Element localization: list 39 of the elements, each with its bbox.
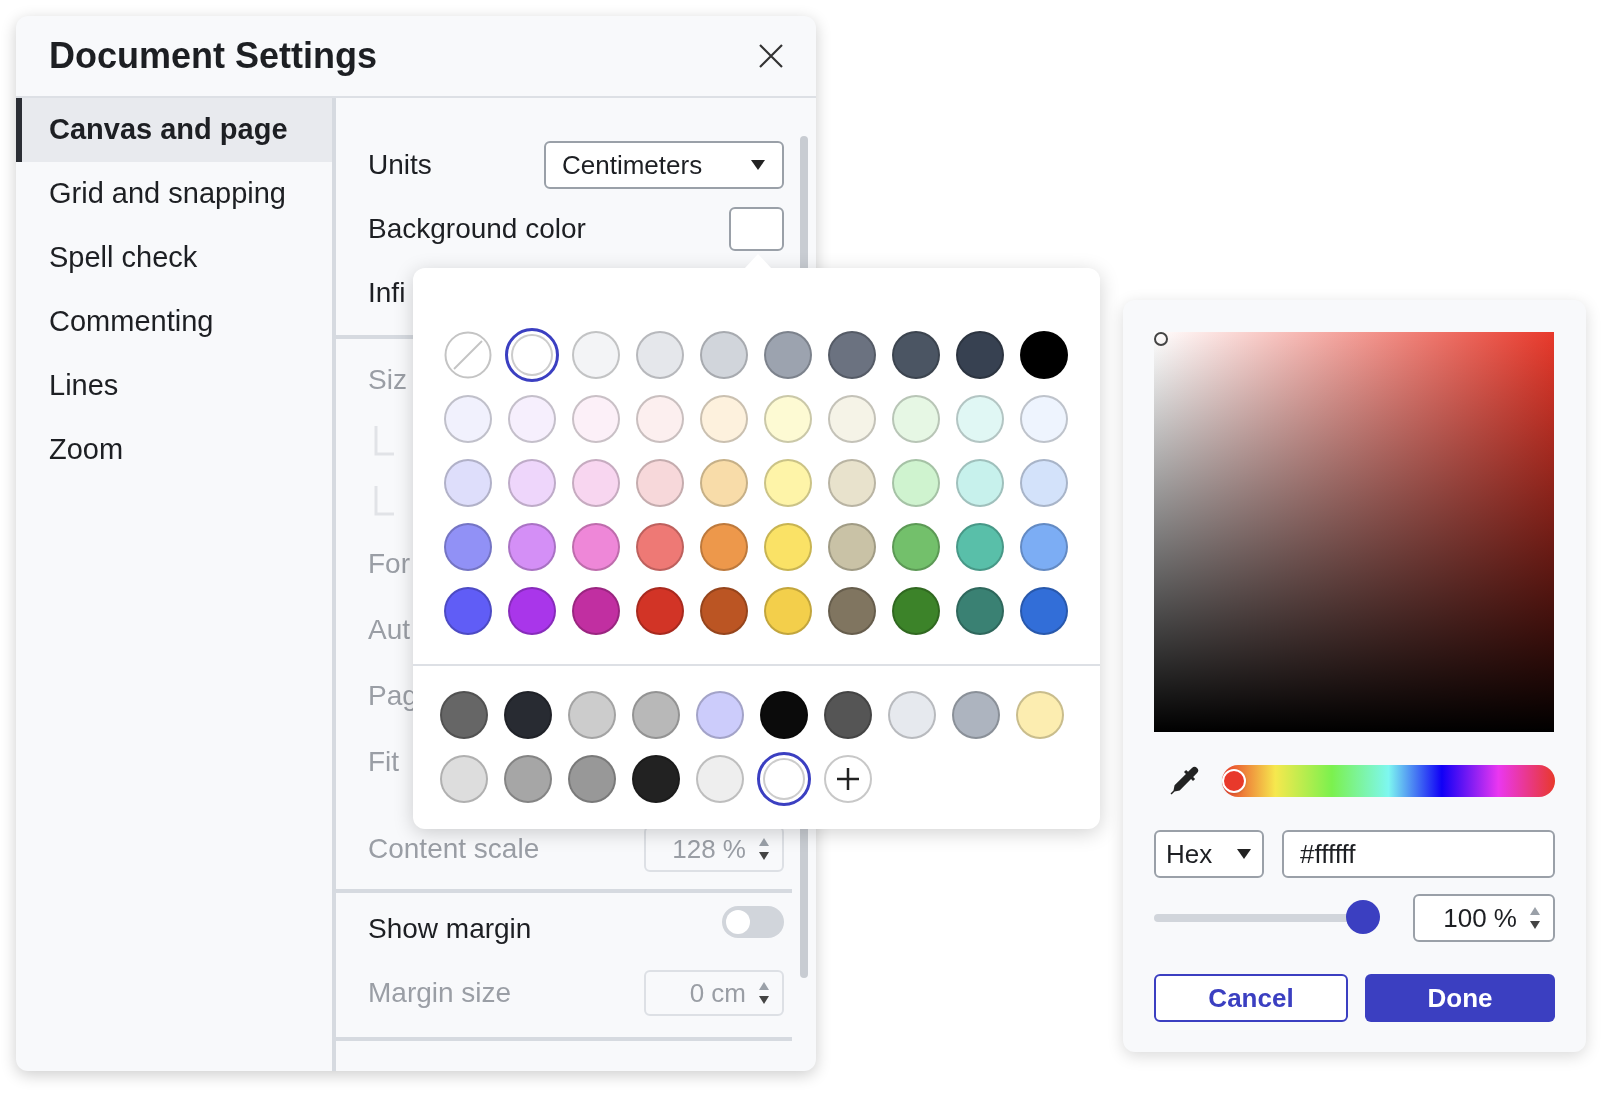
setting-label: Content scale [368, 832, 540, 866]
caret-icon [1236, 848, 1252, 860]
format-dropdown[interactable]: Hex [1154, 830, 1264, 878]
units-dropdown[interactable]: Centimeters [544, 141, 784, 189]
picker-handle-icon[interactable] [1154, 332, 1168, 346]
done-button[interactable]: Done [1365, 974, 1555, 1022]
sidebar-item[interactable]: Grid and snapping [16, 162, 332, 226]
setting-label: Fit [368, 745, 400, 779]
cancel-button[interactable]: Cancel [1154, 974, 1348, 1022]
caret-icon [750, 159, 766, 171]
spinner-icon[interactable] [758, 980, 770, 1006]
setting-label: Siz [368, 363, 407, 397]
hex-input[interactable]: #ffffff [1282, 830, 1555, 878]
opacity-field[interactable]: 100 % [1413, 894, 1555, 942]
spinner-icon[interactable] [758, 836, 770, 862]
setting-label: For [368, 547, 410, 581]
plus-icon [835, 766, 861, 792]
sidebar-item[interactable]: Zoom [16, 418, 332, 482]
hue-thumb[interactable] [1222, 769, 1246, 793]
spinner-icon[interactable] [1529, 905, 1541, 931]
setting-label: Show margin [368, 912, 532, 946]
dialog-title: Document Settings [49, 34, 378, 78]
color-swatch[interactable] [757, 752, 811, 806]
sidebar-item[interactable]: Lines [16, 354, 332, 418]
setting-label: Aut [368, 613, 411, 647]
saturation-gradient[interactable] [1154, 332, 1554, 732]
opacity-slider[interactable] [1154, 900, 1380, 936]
setting-label: Margin size [368, 976, 512, 1010]
toggle-switch[interactable] [722, 906, 784, 938]
setting-label: Infi [368, 276, 406, 310]
sidebar-item[interactable]: Commenting [16, 290, 332, 354]
opacity-thumb[interactable] [1346, 900, 1380, 934]
hue-slider[interactable] [1222, 765, 1555, 797]
color-swatch[interactable] [505, 328, 559, 382]
setting-label: Background color [368, 212, 586, 246]
sidebar-item[interactable]: Spell check [16, 226, 332, 290]
color-well[interactable] [729, 207, 784, 251]
sidebar-item[interactable]: Canvas and page [16, 98, 332, 162]
setting-label: Units [368, 148, 432, 182]
